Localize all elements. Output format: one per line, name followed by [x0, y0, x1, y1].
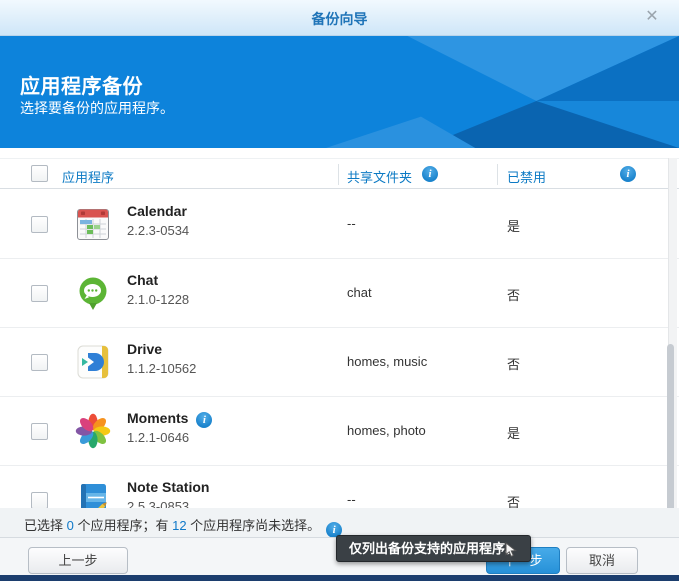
app-shared-folders: chat [347, 285, 372, 300]
previous-button[interactable]: 上一步 [28, 547, 128, 574]
app-shared-folders: homes, music [347, 354, 427, 369]
selected-count: 0 [67, 518, 74, 533]
scrollbar-thumb[interactable] [667, 344, 674, 522]
table-row[interactable]: Note Station 2.5.3-0853 -- 否 [0, 466, 679, 508]
cancel-button[interactable]: 取消 [566, 547, 638, 574]
page-title: 应用程序备份 [20, 70, 143, 99]
row-checkbox[interactable] [31, 423, 48, 440]
scrollbar-track[interactable] [668, 158, 677, 508]
app-disabled-status: 是 [507, 216, 520, 235]
app-disabled-status: 是 [507, 423, 520, 442]
selection-status-text: 已选择 0 个应用程序；有 12 个应用程序尚未选择。i [24, 515, 342, 535]
column-header-shared-folder: 共享文件夹 [347, 167, 412, 186]
app-version: 2.2.3-0534 [127, 223, 189, 238]
table-header: 应用程序 共享文件夹 i 已禁用 i [0, 158, 679, 189]
moments-app-icon [74, 412, 112, 450]
tooltip: 仅列出备份支持的应用程序。 [336, 535, 531, 562]
note-station-app-icon [74, 481, 112, 508]
app-name-text: Chat [127, 272, 158, 288]
app-name: Momentsi [127, 410, 188, 426]
dialog-titlebar: 备份向导 ✕ [0, 0, 679, 36]
selection-status-bar: 已选择 0 个应用程序；有 12 个应用程序尚未选择。i [0, 508, 679, 537]
app-name-text: Calendar [127, 203, 187, 219]
row-checkbox[interactable] [31, 354, 48, 371]
app-disabled-status: 否 [507, 285, 520, 304]
backup-wizard-dialog: 备份向导 ✕ 应用程序备份 选择要备份的应用程序。 应用程序 共享文件夹 i 已… [0, 0, 679, 581]
shared-folder-info-icon[interactable]: i [422, 166, 438, 182]
app-name-text: Note Station [127, 479, 209, 495]
row-checkbox[interactable] [31, 285, 48, 302]
calendar-app-icon [74, 205, 112, 243]
table-row[interactable]: Drive 1.1.2-10562 homes, music 否 [0, 328, 679, 397]
mouse-cursor-icon [505, 542, 519, 558]
page-subtitle: 选择要备份的应用程序。 [20, 98, 174, 118]
remaining-count: 12 [172, 518, 186, 533]
table-row[interactable]: Calendar 2.2.3-0534 -- 是 [0, 190, 679, 259]
disabled-info-icon[interactable]: i [620, 166, 636, 182]
app-name: Calendar [127, 203, 187, 219]
app-disabled-status: 否 [507, 492, 520, 508]
dialog-title: 备份向导 [0, 9, 679, 29]
app-info-icon[interactable]: i [196, 412, 212, 428]
app-shared-folders: homes, photo [347, 423, 426, 438]
app-disabled-status: 否 [507, 354, 520, 373]
app-name-text: Moments [127, 410, 188, 426]
drive-app-icon [74, 343, 112, 381]
app-list: Calendar 2.2.3-0534 -- 是 Chat 2.1.0-1228… [0, 190, 679, 508]
table-row[interactable]: Chat 2.1.0-1228 chat 否 [0, 259, 679, 328]
close-icon[interactable]: ✕ [643, 8, 661, 26]
app-version: 1.2.1-0646 [127, 430, 189, 445]
column-divider [497, 164, 498, 185]
column-header-disabled: 已禁用 [507, 167, 546, 186]
row-checkbox[interactable] [31, 216, 48, 233]
app-shared-folders: -- [347, 492, 356, 507]
app-shared-folders: -- [347, 216, 356, 231]
app-name-text: Drive [127, 341, 162, 357]
table-row[interactable]: Momentsi 1.2.1-0646 homes, photo 是 [0, 397, 679, 466]
wizard-banner: 应用程序备份 选择要备份的应用程序。 [0, 36, 679, 148]
app-version: 2.1.0-1228 [127, 292, 189, 307]
column-divider [338, 164, 339, 185]
chat-app-icon [74, 274, 112, 312]
bottom-edge-bar [0, 575, 679, 581]
app-name: Note Station [127, 479, 209, 495]
app-name: Drive [127, 341, 162, 357]
app-version: 2.5.3-0853 [127, 499, 189, 508]
app-version: 1.1.2-10562 [127, 361, 196, 376]
column-header-application: 应用程序 [62, 167, 114, 186]
select-all-checkbox[interactable] [31, 165, 48, 182]
app-name: Chat [127, 272, 158, 288]
row-checkbox[interactable] [31, 492, 48, 508]
